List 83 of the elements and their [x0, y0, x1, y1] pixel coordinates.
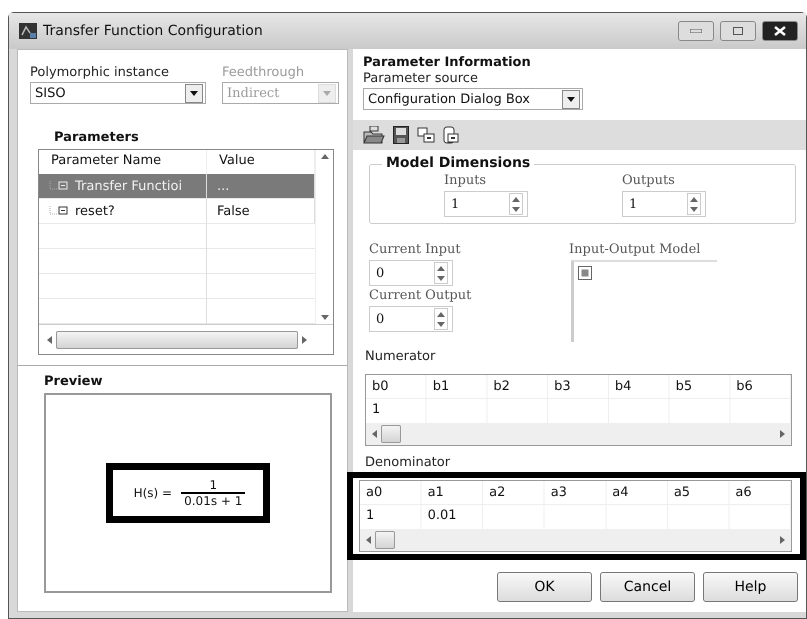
down-arrow-icon[interactable] [437, 322, 445, 326]
field-label: Polymorphic instance [30, 64, 170, 82]
section-title: Parameters [54, 130, 139, 145]
down-arrow-icon[interactable] [690, 206, 698, 212]
column-header: a3 [544, 481, 606, 505]
column-header: a0 [360, 481, 422, 505]
close-icon [774, 26, 786, 36]
current-input-spinner[interactable]: 0 [369, 260, 453, 286]
left-arrow-icon[interactable] [366, 536, 371, 544]
window-title: Transfer Function Configuration [43, 23, 264, 39]
open-folder-icon[interactable] [363, 126, 385, 144]
field-label: Current Output [369, 287, 472, 305]
dropdown[interactable]: SISO [30, 82, 206, 104]
scroll-thumb[interactable] [375, 531, 395, 549]
maximize-icon [733, 27, 743, 35]
tree-node-icon [49, 181, 69, 191]
caret-icon [190, 90, 198, 96]
paste-icon[interactable] [443, 126, 459, 144]
column-header: b3 [548, 375, 609, 399]
up-arrow-icon[interactable] [437, 312, 445, 316]
formula-denominator: 0.01s + 1 [183, 494, 244, 508]
save-icon[interactable] [393, 126, 409, 144]
right-arrow-icon[interactable] [302, 336, 307, 344]
down-arrow-icon[interactable] [437, 276, 445, 280]
field-label: Feedthrough [222, 64, 306, 82]
section-title: Parameter Information [363, 55, 532, 70]
table-cell[interactable]: False [207, 199, 315, 224]
node-icon[interactable] [578, 266, 592, 280]
down-arrow-icon[interactable] [512, 206, 520, 212]
column-header: a6 [729, 481, 791, 505]
table-cell[interactable]: 0.01 [422, 505, 484, 529]
table-cell[interactable]: ... [207, 174, 315, 199]
copy-icon[interactable] [417, 126, 435, 144]
up-arrow-icon[interactable] [320, 154, 328, 159]
up-arrow-icon[interactable] [690, 196, 698, 202]
up-arrow-icon[interactable] [437, 266, 445, 270]
column-header: b4 [608, 375, 670, 399]
dropdown[interactable]: Configuration Dialog Box [363, 88, 583, 110]
column-header: a4 [606, 481, 668, 505]
formula-numerator: 1 [208, 478, 218, 492]
down-arrow-icon[interactable] [320, 315, 328, 320]
maximize-button[interactable] [720, 21, 756, 41]
field-label: Parameter source [363, 70, 479, 88]
table-row-name[interactable]: reset? [39, 199, 207, 224]
table-row-name[interactable]: Transfer Functioi [39, 174, 207, 199]
column-header: b5 [670, 375, 730, 399]
formula-lhs: H(s) = [132, 486, 174, 500]
inputs-spinner[interactable]: 1 [444, 191, 528, 217]
left-arrow-icon[interactable] [47, 336, 52, 344]
scroll-thumb[interactable] [381, 425, 401, 443]
table-cell[interactable]: 1 [366, 399, 427, 423]
field-label: Denominator [364, 454, 452, 472]
field-label: Current Input [369, 241, 462, 259]
field-label: Inputs [444, 172, 488, 190]
column-header: a2 [483, 481, 545, 505]
column-header: b1 [426, 375, 488, 399]
outputs-spinner[interactable]: 1 [622, 191, 706, 217]
column-header: b6 [730, 375, 791, 399]
minimize-button[interactable] [678, 21, 714, 41]
column-header: a5 [668, 481, 730, 505]
field-label: Input-Output Model [569, 241, 702, 259]
dialog-button[interactable]: Cancel [600, 572, 695, 602]
section-title: Preview [44, 374, 104, 389]
dialog-button[interactable]: OK [497, 572, 592, 602]
table-cell[interactable]: 1 [360, 505, 422, 529]
tree-node-icon [49, 206, 69, 216]
field-label: Numerator [364, 348, 436, 366]
current-output-spinner[interactable]: 0 [369, 306, 453, 332]
column-header: b2 [487, 375, 548, 399]
left-arrow-icon[interactable] [372, 430, 377, 438]
minimize-icon [690, 29, 702, 33]
scroll-thumb[interactable] [56, 330, 298, 348]
caret-icon [567, 96, 575, 102]
field-label: Outputs [622, 172, 676, 190]
up-arrow-icon[interactable] [512, 196, 520, 202]
app-icon [19, 23, 37, 39]
right-arrow-icon[interactable] [780, 430, 785, 438]
right-arrow-icon[interactable] [780, 536, 785, 544]
dialog-button[interactable]: Help [703, 572, 798, 602]
close-button[interactable] [762, 21, 798, 41]
column-header: b0 [366, 375, 427, 399]
caret-icon [323, 90, 331, 96]
column-header: a1 [422, 481, 484, 505]
